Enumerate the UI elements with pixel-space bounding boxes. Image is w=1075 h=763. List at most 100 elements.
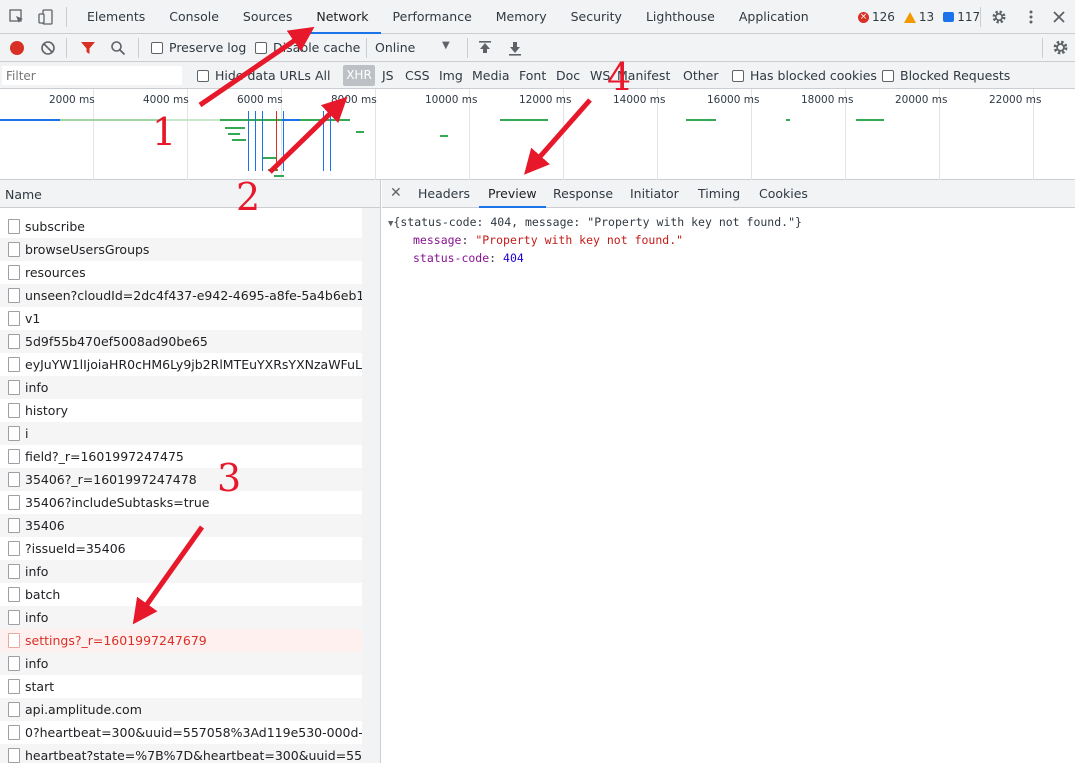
filter-type-all[interactable]: All <box>315 68 331 83</box>
table-row-error[interactable]: settings?_r=1601997247679 <box>0 629 362 652</box>
disable-cache-checkbox[interactable]: Disable cache <box>255 40 360 55</box>
tab-performance[interactable]: Performance <box>381 0 484 34</box>
table-row[interactable]: unseen?cloudId=2dc4f437-e942-4695-a8fe-5… <box>0 284 362 307</box>
record-button[interactable] <box>10 41 24 55</box>
filter-funnel-icon[interactable] <box>80 40 96 56</box>
tab-headers[interactable]: Headers <box>409 180 479 208</box>
table-row[interactable]: 0?heartbeat=300&uuid=557058%3Ad119e530-0… <box>0 721 362 744</box>
waterfall-bar <box>225 127 245 129</box>
table-row[interactable]: heartbeat?state=%7B%7D&heartbeat=300&uui… <box>0 744 362 763</box>
tab-response[interactable]: Response <box>544 180 622 208</box>
tab-console[interactable]: Console <box>157 0 231 34</box>
request-name: v1 <box>25 311 41 326</box>
tab-network[interactable]: Network <box>304 0 381 34</box>
filter-input[interactable] <box>2 66 182 85</box>
table-row[interactable]: i <box>0 422 362 445</box>
request-list-scrollbar[interactable] <box>362 208 380 763</box>
waterfall-bar <box>0 119 60 121</box>
filter-type-doc[interactable]: Doc <box>556 68 580 83</box>
chevron-down-icon: ▼ <box>442 40 450 51</box>
tab-initiator[interactable]: Initiator <box>621 180 688 208</box>
file-icon <box>8 725 20 740</box>
throttle-select[interactable]: Online ▼ <box>375 40 450 55</box>
request-name: batch <box>25 587 61 602</box>
tab-cookies[interactable]: Cookies <box>750 180 817 208</box>
network-settings-icon[interactable] <box>1052 39 1069 56</box>
tab-elements[interactable]: Elements <box>75 0 157 34</box>
close-devtools-icon[interactable] <box>1051 9 1067 25</box>
console-counts[interactable]: × 126 13 117 <box>858 10 986 24</box>
tab-memory[interactable]: Memory <box>484 0 559 34</box>
name-column-header[interactable]: Name <box>0 180 381 208</box>
tab-lighthouse[interactable]: Lighthouse <box>634 0 727 34</box>
request-name: info <box>25 656 49 671</box>
filter-type-css[interactable]: CSS <box>405 68 430 83</box>
filter-type-other[interactable]: Other <box>683 68 719 83</box>
table-row[interactable]: start <box>0 675 362 698</box>
preserve-log-checkbox[interactable]: Preserve log <box>151 40 246 55</box>
warning-icon <box>903 11 916 23</box>
blocked-requests-checkbox[interactable]: Blocked Requests <box>882 68 1010 83</box>
table-row[interactable]: batch <box>0 583 362 606</box>
device-toolbar-icon[interactable] <box>38 9 54 25</box>
table-row[interactable]: field?_r=1601997247475 <box>0 445 362 468</box>
table-row[interactable]: 35406?_r=1601997247478 <box>0 468 362 491</box>
table-row[interactable]: info <box>0 606 362 629</box>
annotation-number-1: 1 <box>152 110 177 154</box>
request-name: 35406 <box>25 518 65 533</box>
annotation-number-3: 3 <box>217 456 242 500</box>
table-row[interactable]: api.amplitude.com <box>0 698 362 721</box>
table-row[interactable]: info <box>0 376 362 399</box>
tab-timing[interactable]: Timing <box>689 180 749 208</box>
request-name: info <box>25 380 49 395</box>
settings-gear-icon[interactable] <box>991 9 1007 25</box>
import-har-icon[interactable] <box>477 40 493 56</box>
waterfall-bar <box>232 139 246 141</box>
filter-type-xhr[interactable]: XHR <box>343 65 375 86</box>
waterfall-bar <box>500 119 548 121</box>
request-name: api.amplitude.com <box>25 702 142 717</box>
table-row[interactable]: info <box>0 560 362 583</box>
filter-type-js[interactable]: JS <box>382 68 394 83</box>
close-detail-icon[interactable]: ✕ <box>390 185 402 201</box>
table-row[interactable]: info <box>0 652 362 675</box>
hide-data-urls-checkbox[interactable]: Hide data URLs <box>197 68 311 83</box>
tab-sources[interactable]: Sources <box>231 0 304 34</box>
request-name: 35406?includeSubtasks=true <box>25 495 210 510</box>
table-row[interactable]: history <box>0 399 362 422</box>
request-name: settings?_r=1601997247679 <box>25 633 207 648</box>
clear-icon[interactable] <box>40 40 56 56</box>
table-row[interactable]: eyJuYW1lIjoiaHR0cHM6Ly9jb2RlMTEuYXRsYXNz… <box>0 353 362 376</box>
table-row[interactable]: v1 <box>0 307 362 330</box>
filter-type-media[interactable]: Media <box>472 68 510 83</box>
tab-security[interactable]: Security <box>559 0 634 34</box>
has-blocked-cookies-checkbox[interactable]: Has blocked cookies <box>732 68 877 83</box>
table-row[interactable]: browseUsersGroups <box>0 238 362 261</box>
tab-preview[interactable]: Preview <box>479 180 546 208</box>
annotation-number-4: 4 <box>607 55 632 99</box>
timeline-marker <box>330 111 331 171</box>
export-har-icon[interactable] <box>507 40 523 56</box>
request-name: heartbeat?state=%7B%7D&heartbeat=300&uui… <box>25 748 362 763</box>
inspect-element-icon[interactable] <box>9 9 25 25</box>
table-row[interactable]: resources <box>0 261 362 284</box>
table-row[interactable]: ?issueId=35406 <box>0 537 362 560</box>
more-options-icon[interactable] <box>1023 9 1039 25</box>
search-icon[interactable] <box>110 40 126 56</box>
table-row[interactable]: 35406 <box>0 514 362 537</box>
request-name: ?issueId=35406 <box>25 541 126 556</box>
panel-tabs: Elements Console Sources Network Performance… <box>75 0 821 34</box>
filter-type-img[interactable]: Img <box>439 68 463 83</box>
preview-summary: {status-code: 404, message: "Property wi… <box>393 215 802 229</box>
file-icon <box>8 587 20 602</box>
file-icon <box>8 426 20 441</box>
table-row[interactable]: 5d9f55b470ef5008ad90be65 <box>0 330 362 353</box>
error-count: 126 <box>872 10 895 24</box>
timeline-marker <box>283 111 284 171</box>
tab-application[interactable]: Application <box>727 0 821 34</box>
table-row[interactable]: subscribe <box>0 215 362 238</box>
table-row[interactable]: 35406?includeSubtasks=true <box>0 491 362 514</box>
timeline-marker <box>248 111 249 171</box>
preview-root-line[interactable]: ▼{status-code: 404, message: "Property w… <box>388 215 802 229</box>
filter-type-font[interactable]: Font <box>519 68 546 83</box>
